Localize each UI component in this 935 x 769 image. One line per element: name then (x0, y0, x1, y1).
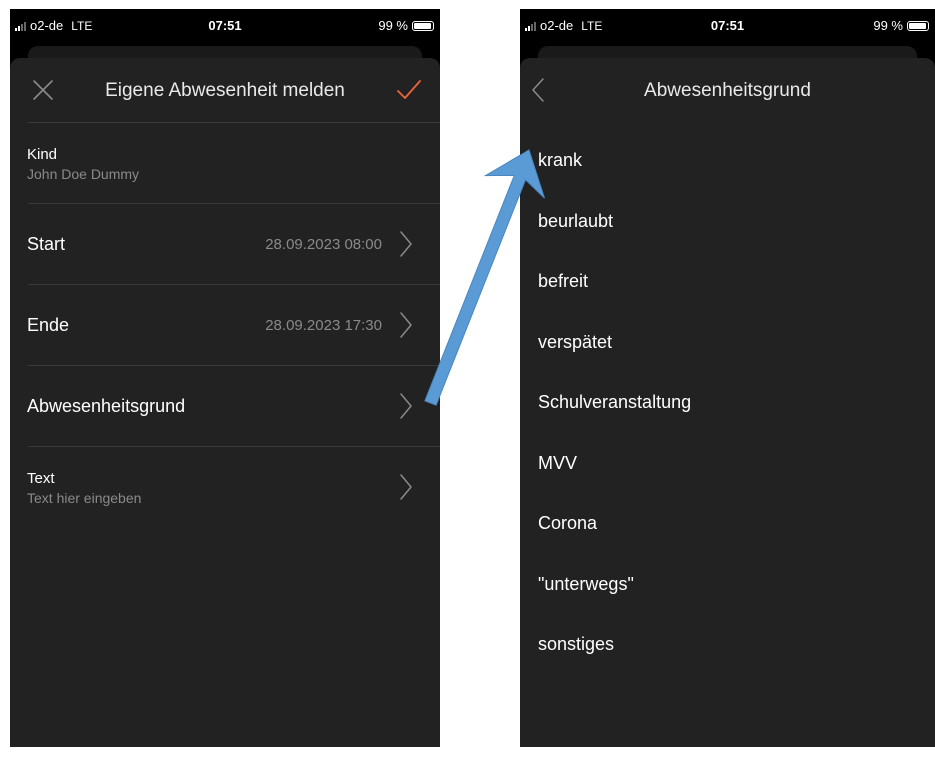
absence-form-sheet: Eigene Abwesenheit melden Kind John Doe … (10, 58, 440, 747)
phone-screen-absence-form: o2-de LTE 07:51 99 % Eigene Abwesenheit … (10, 9, 440, 747)
text-placeholder: Text hier eingeben (27, 490, 142, 506)
kind-label: Kind (27, 146, 58, 163)
end-value: 28.09.2023 17:30 (265, 317, 382, 334)
checkmark-icon[interactable] (395, 76, 423, 104)
status-time: 07:51 (208, 18, 242, 33)
text-label: Text (27, 470, 55, 487)
navigation-bar: Eigene Abwesenheit melden (10, 58, 440, 122)
end-row[interactable]: Ende 28.09.2023 17:30 (10, 285, 440, 365)
battery-percent: 99 % (873, 18, 903, 33)
start-value: 28.09.2023 08:00 (265, 236, 382, 253)
reason-option[interactable]: "unterwegs" (520, 554, 935, 615)
reason-option[interactable]: verspätet (520, 312, 935, 373)
reason-options-list: krank beurlaubt befreit verspätet Schulveran… (520, 122, 935, 675)
battery-icon (412, 20, 434, 31)
start-row[interactable]: Start 28.09.2023 08:00 (10, 204, 440, 284)
reason-option[interactable]: Corona (520, 493, 935, 554)
end-label: Ende (27, 315, 70, 335)
reason-picker-sheet: Abwesenheitsgrund krank beurlaubt befreit v… (520, 58, 935, 747)
chevron-right-icon (400, 312, 412, 338)
page-title: Abwesenheitsgrund (644, 80, 811, 101)
status-bar: o2-de LTE 07:51 99 % (10, 9, 440, 43)
chevron-right-icon (400, 474, 412, 500)
absence-reason-row[interactable]: Abwesenheitsgrund (10, 366, 440, 446)
reason-option[interactable]: krank (520, 130, 935, 191)
reason-option[interactable]: befreit (520, 251, 935, 312)
reason-option[interactable]: MVV (520, 433, 935, 494)
kind-row: Kind John Doe Dummy (10, 123, 440, 203)
reason-option[interactable]: beurlaubt (520, 191, 935, 252)
start-label: Start (27, 234, 66, 254)
battery-icon (907, 20, 929, 31)
text-row[interactable]: Text Text hier eingeben (10, 447, 440, 527)
phone-screen-reason-picker: o2-de LTE 07:51 99 % Abwesenheitsgrund k… (520, 9, 935, 747)
navigation-bar: Abwesenheitsgrund (520, 58, 935, 122)
battery-percent: 99 % (378, 18, 408, 33)
chevron-right-icon (400, 393, 412, 419)
status-bar: o2-de LTE 07:51 99 % (520, 9, 935, 43)
chevron-right-icon (400, 231, 412, 257)
page-title: Eigene Abwesenheit melden (105, 80, 345, 101)
reason-option[interactable]: Schulveranstaltung (520, 372, 935, 433)
reason-option[interactable]: sonstiges (520, 614, 935, 675)
kind-value: John Doe Dummy (27, 166, 140, 182)
absence-reason-label: Abwesenheitsgrund (27, 396, 186, 416)
